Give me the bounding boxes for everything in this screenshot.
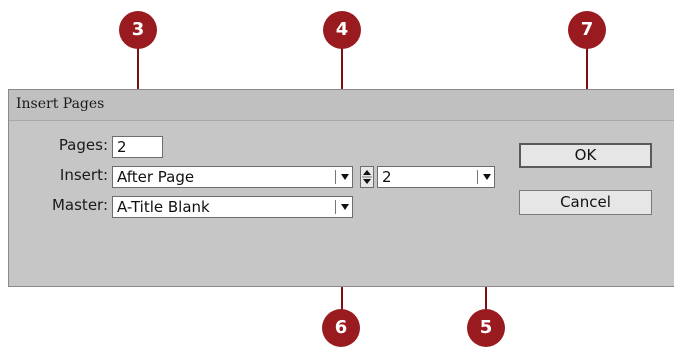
insert-label: Insert:	[59, 166, 108, 184]
dropdown-separator	[335, 200, 336, 214]
master-value: A-Title Blank	[117, 198, 210, 216]
dialog-body: Pages: 2 Insert: After Page 2 Master: A-…	[9, 121, 674, 286]
callout-3: 3	[119, 11, 157, 49]
master-select[interactable]: A-Title Blank	[112, 196, 353, 218]
callout-4: 4	[323, 11, 361, 49]
page-number-value: 2	[382, 168, 392, 186]
master-label: Master:	[51, 196, 108, 214]
pages-label: Pages:	[58, 136, 108, 154]
chevron-down-icon	[341, 174, 349, 180]
chevron-down-icon	[483, 174, 491, 180]
dialog-title: Insert Pages	[16, 96, 105, 112]
pages-input[interactable]: 2	[112, 136, 163, 158]
dropdown-separator	[335, 170, 336, 184]
callout-7: 7	[568, 11, 606, 49]
insert-position-value: After Page	[117, 168, 195, 186]
dropdown-separator	[477, 170, 478, 184]
insert-position-select[interactable]: After Page	[112, 166, 353, 188]
insert-pages-dialog: Insert Pages Pages: 2 Insert: After Page…	[8, 89, 674, 287]
dialog-titlebar: Insert Pages	[9, 90, 674, 121]
cancel-button[interactable]: Cancel	[519, 190, 652, 215]
ok-button[interactable]: OK	[519, 143, 652, 168]
page-number-select[interactable]: 2	[377, 166, 495, 188]
callout-5: 5	[467, 309, 505, 347]
stepper-arrows-icon	[362, 170, 372, 184]
chevron-down-icon	[341, 204, 349, 210]
page-number-stepper[interactable]	[360, 166, 374, 188]
callout-6: 6	[322, 309, 360, 347]
